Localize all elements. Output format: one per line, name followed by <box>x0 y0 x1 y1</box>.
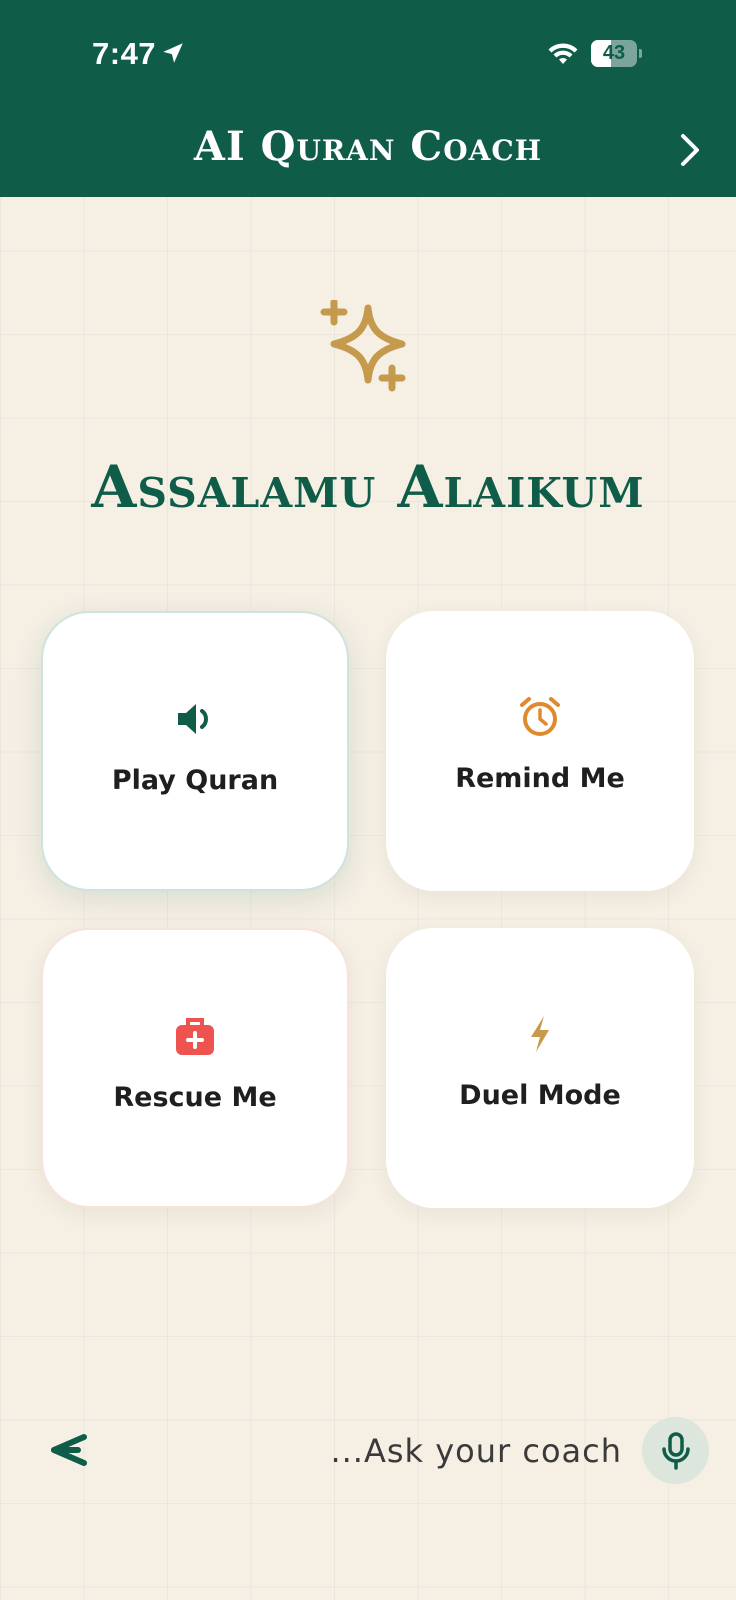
sparkle-icon <box>320 300 406 392</box>
card-label: Remind Me <box>455 763 625 794</box>
lightning-icon <box>531 1016 549 1052</box>
microphone-icon <box>661 1431 690 1470</box>
microphone-button[interactable] <box>642 1417 709 1484</box>
wifi-icon <box>548 43 578 64</box>
location-arrow-icon <box>163 43 183 63</box>
remind-me-card[interactable]: Remind Me <box>386 611 694 891</box>
alarm-clock-icon <box>520 697 560 736</box>
card-label: Duel Mode <box>459 1080 621 1111</box>
speaker-icon <box>178 704 208 734</box>
back-button[interactable] <box>48 1432 88 1468</box>
rescue-me-card[interactable]: Rescue Me <box>41 928 349 1208</box>
card-label: Rescue Me <box>113 1082 277 1113</box>
chevron-right-icon <box>681 134 699 166</box>
app-title: AI Quran Coach <box>193 123 543 170</box>
battery-icon: 43 <box>591 40 642 67</box>
card-label: Play Quran <box>111 765 279 796</box>
status-time: 7:47 <box>92 36 157 71</box>
forward-button[interactable] <box>670 130 710 170</box>
greeting-title: Assalamu Alaikum <box>91 453 645 521</box>
back-arrow-icon <box>51 1434 87 1466</box>
app-header: 7:47 43 AI Quran Coach <box>0 0 736 197</box>
ask-coach-input[interactable] <box>300 1426 622 1476</box>
first-aid-kit-icon <box>176 1018 214 1055</box>
play-quran-card[interactable]: Play Quran <box>41 611 349 891</box>
battery-level: 43 <box>602 42 626 64</box>
duel-mode-card[interactable]: Duel Mode <box>386 928 694 1208</box>
